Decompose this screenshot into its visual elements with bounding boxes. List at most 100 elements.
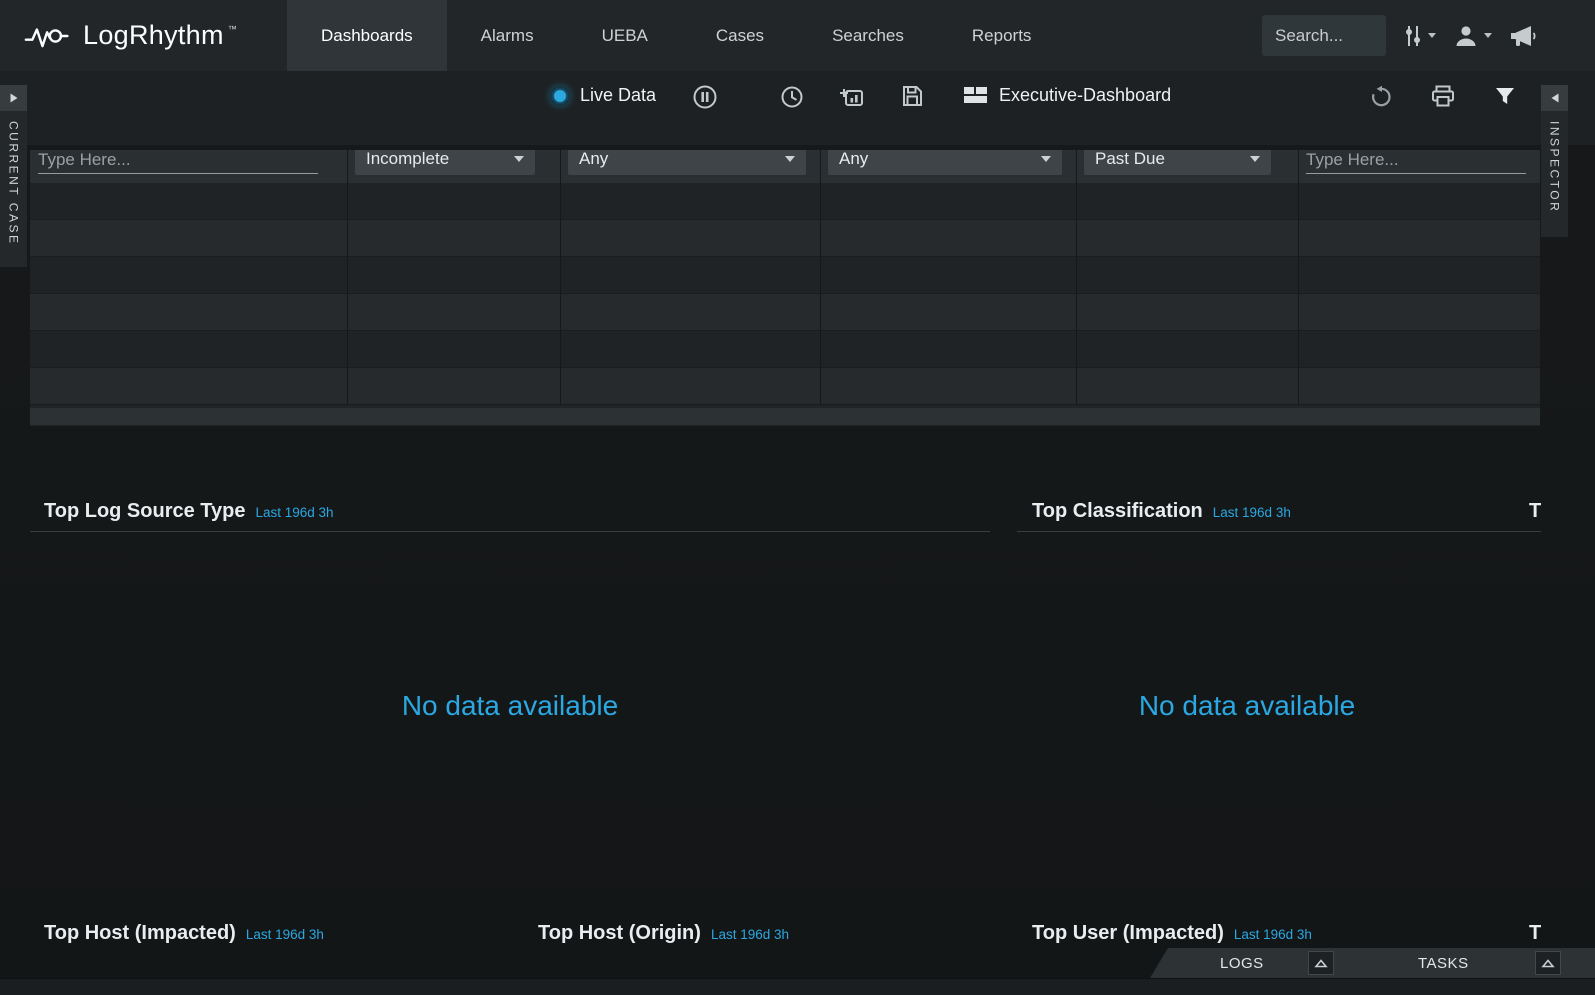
dashboard-name: Executive-Dashboard: [999, 85, 1171, 106]
widget-time-range: Last 196d 3h: [255, 505, 333, 520]
case-name-filter-input[interactable]: Type Here...: [38, 150, 318, 174]
widget-time-range: Last 196d 3h: [711, 927, 789, 942]
widget-header-top-host-origin: Top Host (Origin) Last 196d 3h: [538, 922, 789, 945]
logrhythm-app: LogRhythm ™ Dashboards Alarms UEBA Cases…: [0, 0, 1595, 995]
owner-filter-select[interactable]: Any: [568, 150, 806, 175]
tab-ueba[interactable]: UEBA: [568, 0, 682, 71]
table-row: [30, 220, 1540, 257]
tab-alarms[interactable]: Alarms: [447, 0, 568, 71]
live-data-toggle[interactable]: [550, 86, 570, 106]
caret-down-icon: [1484, 33, 1492, 38]
table-filter-cell: Incomplete: [347, 150, 560, 183]
save-icon: [900, 84, 924, 108]
table-filter-cell: Any: [560, 150, 820, 183]
caret-down-icon: [785, 156, 795, 162]
status-filter-select[interactable]: Incomplete: [355, 150, 535, 175]
expand-current-case-button[interactable]: [0, 85, 27, 111]
inspector-label: INSPECTOR: [1548, 121, 1562, 213]
tab-cases[interactable]: Cases: [682, 0, 798, 71]
table-row: [30, 368, 1540, 405]
caret-down-icon: [1041, 156, 1051, 162]
expand-logs-button[interactable]: [1308, 951, 1334, 975]
live-data-label: Live Data: [580, 85, 656, 106]
widget-header-top-classification: Top Classification Last 196d 3h: [1032, 500, 1291, 523]
time-range-button[interactable]: [780, 85, 804, 109]
filter-icon: [1494, 86, 1516, 106]
expand-right-icon: [9, 92, 19, 104]
dashboard-toolbar: Live Data: [0, 71, 1595, 145]
megaphone-icon: [1509, 23, 1537, 49]
column-divider: [347, 150, 348, 405]
pause-button[interactable]: [692, 84, 718, 110]
up-arrow-icon: [1314, 959, 1328, 968]
due-date-filter-select[interactable]: Past Due: [1084, 150, 1271, 175]
widget-header-truncated: T: [1529, 922, 1543, 945]
printer-icon: [1430, 84, 1456, 108]
table-filter-cell: Past Due: [1076, 150, 1298, 183]
print-button[interactable]: [1430, 84, 1456, 108]
widget-header-top-user-impacted: Top User (Impacted) Last 196d 3h: [1032, 922, 1312, 945]
collapse-left-icon: [1550, 92, 1560, 104]
tab-reports[interactable]: Reports: [938, 0, 1066, 71]
save-dashboard-button[interactable]: [900, 84, 924, 108]
bottom-scroll-track[interactable]: [0, 978, 1595, 995]
widget-header-truncated: T: [1529, 500, 1543, 523]
dashboard-selector[interactable]: Executive-Dashboard: [963, 84, 1171, 106]
undo-button[interactable]: [1369, 85, 1393, 109]
select-value: Past Due: [1095, 150, 1165, 169]
live-data-radio-icon: [554, 90, 566, 102]
widget-title: T: [1529, 922, 1541, 945]
column-divider: [820, 150, 821, 405]
widget-title: Top Log Source Type: [44, 500, 245, 523]
current-case-panel-tab[interactable]: CURRENT CASE: [0, 85, 27, 267]
select-value: Any: [839, 150, 868, 169]
widget-title: Top User (Impacted): [1032, 922, 1224, 945]
brand-trademark: ™: [228, 24, 237, 34]
widget-title: Top Host (Origin): [538, 922, 701, 945]
dashboard-grid-icon: [963, 84, 989, 106]
widget-divider: [30, 531, 990, 532]
caret-down-icon: [514, 156, 524, 162]
table-horizontal-scrollbar[interactable]: [30, 408, 1540, 425]
expand-tasks-button[interactable]: [1535, 951, 1561, 975]
settings-menu[interactable]: [1403, 23, 1436, 49]
select-value: Any: [579, 150, 608, 169]
table-row: [30, 331, 1540, 368]
collapsed-panels-bar: LOGS TASKS: [1150, 948, 1595, 978]
widget-time-range: Last 196d 3h: [1234, 927, 1312, 942]
add-widget-button[interactable]: [838, 85, 864, 109]
inspector-panel-tab[interactable]: INSPECTOR: [1541, 85, 1568, 237]
table-filter-row: Type Here... Incomplete Any Any: [30, 150, 1540, 183]
select-value: Incomplete: [366, 150, 449, 169]
logrhythm-logo[interactable]: LogRhythm ™: [0, 0, 287, 71]
add-chart-icon: [838, 85, 864, 109]
sliders-icon: [1403, 23, 1423, 49]
table-filter-cell: Any: [820, 150, 1076, 183]
expand-inspector-button[interactable]: [1541, 85, 1568, 111]
logs-panel-label: LOGS: [1220, 955, 1264, 972]
tab-searches[interactable]: Searches: [798, 0, 938, 71]
column-divider: [560, 150, 561, 405]
current-case-label: CURRENT CASE: [7, 121, 21, 245]
table-filter-cell: Type Here...: [1298, 150, 1540, 183]
pause-icon: [692, 84, 718, 110]
table-row: [30, 294, 1540, 331]
column-divider: [1076, 150, 1077, 405]
column-divider: [1298, 150, 1299, 405]
search-input[interactable]: [1262, 15, 1386, 56]
table-filter-cell: Type Here...: [30, 150, 347, 183]
user-menu[interactable]: [1453, 23, 1492, 49]
announcements-button[interactable]: [1509, 23, 1537, 49]
widget-header-top-host-impacted: Top Host (Impacted) Last 196d 3h: [44, 922, 324, 945]
tag-filter-input[interactable]: Type Here...: [1306, 150, 1526, 174]
tab-dashboards[interactable]: Dashboards: [287, 0, 447, 71]
widget-title: Top Classification: [1032, 500, 1203, 523]
widget-time-range: Last 196d 3h: [1213, 505, 1291, 520]
table-row: [30, 183, 1540, 220]
brand-name: LogRhythm: [83, 20, 224, 51]
logo-wave-icon: [24, 21, 72, 51]
priority-filter-select[interactable]: Any: [828, 150, 1062, 175]
caret-down-icon: [1250, 156, 1260, 162]
nav-right-controls: [1262, 0, 1595, 71]
filter-button[interactable]: [1494, 86, 1516, 106]
